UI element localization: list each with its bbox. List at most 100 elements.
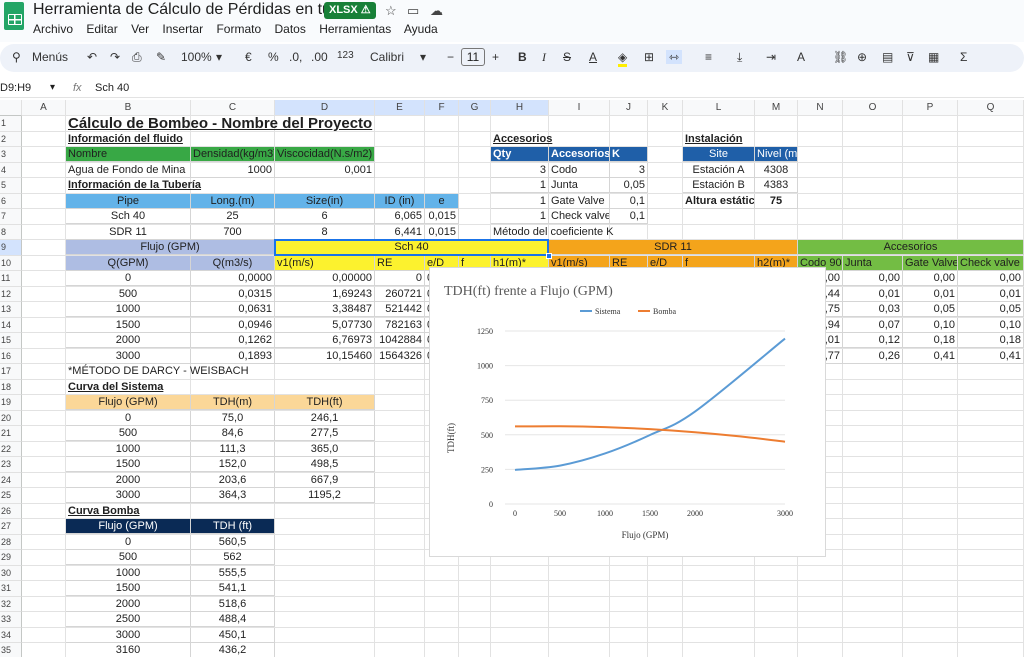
row-header-3[interactable]: 3	[0, 147, 22, 163]
table-cell[interactable]: 500	[66, 550, 191, 565]
table-cell[interactable]: 488,4	[191, 612, 275, 627]
table-header[interactable]: Nivel (m)	[755, 147, 798, 162]
column-header-h[interactable]: H	[491, 100, 549, 116]
table-cell[interactable]: 0,1893	[191, 348, 275, 364]
currency-button[interactable]: €	[245, 50, 252, 64]
table-cell[interactable]: 3000	[66, 627, 191, 643]
menu-herramientas[interactable]: Herramientas	[319, 22, 391, 36]
row-header-33[interactable]: 33	[0, 612, 22, 628]
filter-views-icon[interactable]: ▦	[928, 50, 939, 64]
group-header[interactable]: Flujo (GPM)	[66, 240, 275, 255]
table-cell[interactable]: 0,1	[610, 193, 648, 209]
table-cell[interactable]: 6,76973	[275, 333, 375, 348]
table-cell[interactable]: 0,0946	[191, 317, 275, 333]
row-header-31[interactable]: 31	[0, 581, 22, 597]
row-header-18[interactable]: 18	[0, 379, 22, 395]
method-note[interactable]: *MÉTODO DE DARCY - WEISBACH	[66, 364, 375, 379]
table-cell[interactable]: 0,015	[425, 209, 459, 224]
column-header-l[interactable]: L	[683, 100, 755, 116]
font-size-decrease-icon[interactable]: −	[447, 50, 454, 64]
table-cell[interactable]: 6	[275, 209, 375, 224]
table-header[interactable]: e	[425, 193, 459, 209]
font-size-input[interactable]: 11	[461, 48, 485, 66]
table-cell[interactable]: 0,18	[958, 333, 1024, 348]
file-format-badge[interactable]: XLSX ⚠	[324, 2, 376, 19]
table-cell[interactable]: 6,065	[375, 209, 425, 224]
table-cell[interactable]: Check valve	[549, 209, 610, 224]
table-cell[interactable]: 0,12	[843, 333, 903, 348]
percent-button[interactable]: %	[268, 50, 279, 64]
row-header-32[interactable]: 32	[0, 596, 22, 612]
table-cell[interactable]: 1564326	[375, 348, 425, 364]
table-cell[interactable]: 1000	[66, 441, 191, 457]
menu-search[interactable]: Menús	[32, 50, 68, 64]
table-header[interactable]: Qty	[491, 147, 549, 162]
table-header[interactable]: Q(m3/s)	[191, 255, 275, 271]
column-header-k[interactable]: K	[648, 100, 683, 116]
star-icon[interactable]: ☆	[385, 3, 397, 19]
section-heading[interactable]: Instalación	[683, 132, 755, 147]
menu-archivo[interactable]: Archivo	[33, 22, 73, 36]
table-cell[interactable]: 498,5	[275, 457, 375, 472]
row-header-16[interactable]: 16	[0, 348, 22, 364]
table-cell[interactable]: Estación A	[683, 162, 755, 178]
table-header[interactable]: Gate Valve	[903, 255, 958, 271]
table-cell[interactable]: Sch 40	[66, 209, 191, 224]
row-header-8[interactable]: 8	[0, 224, 22, 240]
table-cell[interactable]: 0	[66, 410, 191, 426]
search-icon[interactable]: ⚲	[12, 50, 21, 64]
column-header-c[interactable]: C	[191, 100, 275, 116]
table-cell[interactable]: 0	[66, 271, 191, 286]
table-cell[interactable]: Gate Valve	[549, 193, 610, 209]
menu-formato[interactable]: Formato	[216, 22, 261, 36]
table-cell[interactable]: 260721	[375, 286, 425, 302]
row-header-11[interactable]: 11	[0, 271, 22, 287]
insert-comment-icon[interactable]: ⊕	[857, 50, 867, 64]
column-header-q[interactable]: Q	[958, 100, 1024, 116]
insert-link-icon[interactable]: ⛓	[833, 50, 848, 64]
table-header[interactable]: v1(m/s)	[275, 255, 375, 271]
table-cell[interactable]: 0,03	[843, 302, 903, 317]
row-header-21[interactable]: 21	[0, 426, 22, 442]
row-header-22[interactable]: 22	[0, 441, 22, 457]
table-cell[interactable]: Altura estática	[683, 193, 755, 209]
row-header-30[interactable]: 30	[0, 565, 22, 581]
table-cell[interactable]: 6,441	[375, 224, 425, 240]
row-header-2[interactable]: 2	[0, 131, 22, 147]
method-note[interactable]: Método del coeficiente K	[491, 225, 648, 240]
font-select[interactable]: Calibri	[370, 50, 404, 64]
table-cell[interactable]: 0,07	[843, 317, 903, 333]
table-cell[interactable]: 0,10	[903, 317, 958, 333]
row-header-27[interactable]: 27	[0, 519, 22, 535]
table-cell[interactable]: 0,00	[843, 271, 903, 286]
table-cell[interactable]: 560,5	[191, 534, 275, 550]
column-header-i[interactable]: I	[549, 100, 610, 116]
column-header-a[interactable]: A	[22, 100, 66, 116]
table-header[interactable]: TDH (ft)	[191, 519, 275, 534]
table-cell[interactable]: 700	[191, 224, 275, 240]
table-cell[interactable]: Estación B	[683, 178, 755, 193]
table-header[interactable]: TDH(ft)	[275, 395, 375, 410]
table-header[interactable]: Viscocidad(N.s/m2)	[275, 147, 375, 162]
table-cell[interactable]: 1000	[66, 565, 191, 581]
table-cell[interactable]: 555,5	[191, 565, 275, 581]
row-header-5[interactable]: 5	[0, 178, 22, 194]
print-icon[interactable]: ⎙	[132, 50, 142, 65]
table-header[interactable]: Junta	[843, 255, 903, 271]
row-header-6[interactable]: 6	[0, 193, 22, 209]
table-cell[interactable]: 1500	[66, 581, 191, 596]
row-header-17[interactable]: 17	[0, 364, 22, 380]
menu-insertar[interactable]: Insertar	[162, 22, 203, 36]
select-all-corner[interactable]	[0, 100, 22, 116]
column-header-n[interactable]: N	[798, 100, 843, 116]
table-header[interactable]: Nombre	[66, 147, 191, 162]
formula-input[interactable]: Sch 40	[95, 82, 129, 94]
table-cell[interactable]: 10,15460	[275, 348, 375, 364]
table-header[interactable]: ID (in)	[375, 193, 425, 209]
row-header-19[interactable]: 19	[0, 395, 22, 411]
table-cell[interactable]: 521442	[375, 302, 425, 317]
table-cell[interactable]: Codo	[549, 162, 610, 178]
table-cell[interactable]: 4383	[755, 178, 798, 193]
redo-icon[interactable]: ↷	[110, 50, 120, 64]
table-cell[interactable]: 0,01	[903, 286, 958, 302]
